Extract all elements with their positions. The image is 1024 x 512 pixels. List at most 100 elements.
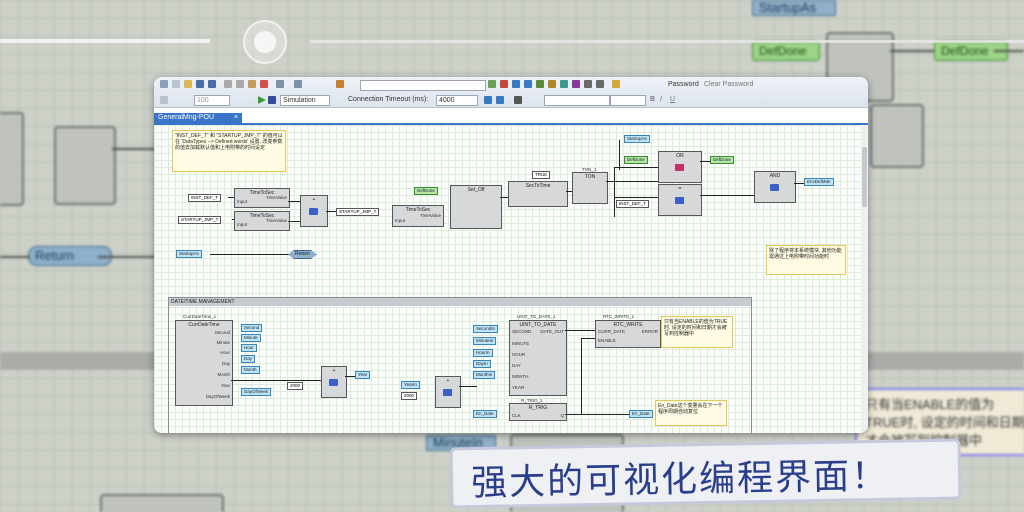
fb-timetosec-3[interactable]: TimeToSec Input TimeValue [392,205,444,227]
fb-not[interactable]: = [658,184,702,216]
pin-q: Q [560,413,564,418]
find-icon[interactable] [336,80,344,88]
fb-r-trig[interactable]: R_TRIG CLK Q [509,403,567,421]
tab-general-mng-pou[interactable]: GeneralMng-POU × [154,113,242,123]
fb-instance-uint: UINT_TO_DATE_1 [517,314,556,319]
const-startup-jmp-t-2[interactable]: STARTUP_JMP_T [336,208,380,216]
var-dayofweek[interactable]: DayOfWeek [241,388,272,396]
paste-icon[interactable] [248,80,256,88]
disconnect-icon[interactable] [496,96,504,104]
var-year[interactable]: Year [355,371,371,379]
download-icon[interactable] [512,80,520,88]
var-minute[interactable]: Minute [241,334,261,342]
cut-icon[interactable] [224,80,232,88]
save-icon[interactable] [196,80,204,88]
fb-and[interactable]: AND [754,171,796,203]
const-2000-2[interactable]: 2000 [401,392,418,400]
monitor-icon[interactable] [536,80,544,88]
view-icon[interactable] [584,80,592,88]
fb-title: Set_Off [467,187,485,193]
const-startup-jmp-t[interactable]: STARTUP_JMP_T [178,216,222,224]
delete-icon[interactable] [260,80,268,88]
user-icon[interactable] [514,96,522,104]
undo-icon[interactable] [276,80,284,88]
timeout-input[interactable]: 4000 [436,95,478,106]
pin-time-value: TimeValue [419,213,441,218]
pin-hour: Hour [220,350,230,355]
open-icon[interactable] [184,80,192,88]
var-minute-in[interactable]: MinuteIn [473,337,497,345]
bold-button[interactable]: B [650,95,655,104]
online-icon[interactable] [560,80,568,88]
connect-icon[interactable] [484,96,492,104]
fb-rtc-write[interactable]: RTC_WRITE CURR_DATE ENABLE ERROR [595,320,661,348]
wire [288,221,300,222]
scrollbar-thumb[interactable] [862,147,867,207]
mode-select[interactable]: Simulation [280,95,330,106]
fb-add-year[interactable]: + [321,366,347,398]
var-hour-in[interactable]: HourIn [473,349,493,357]
fb-timetosec-2[interactable]: TimeToSec Input TimeValue [234,211,290,231]
var-en-date-2[interactable]: En_Date [629,410,653,418]
var-startup-in[interactable]: StartupAs [176,250,202,258]
option-icon[interactable] [596,80,604,88]
var-second[interactable]: Second [241,324,263,332]
fb-set-off[interactable]: Set_Off [450,185,502,229]
fb-uint-to-date[interactable]: UINT_TO_DATE SECOND MINUTE HOUR DAY MONT… [509,320,567,396]
redo-icon[interactable] [294,80,302,88]
var-en-date[interactable]: En_Date [473,410,497,418]
upload-icon[interactable] [524,80,532,88]
force-icon[interactable] [548,80,556,88]
close-tab-icon[interactable]: × [234,113,238,123]
tab-label: GeneralMng-POU [158,114,215,121]
clear-password-button[interactable]: Clear Password [704,80,753,89]
var-day[interactable]: Day [241,355,256,363]
search-combo[interactable] [360,80,486,91]
zoom-in-icon[interactable] [160,96,168,104]
stop-icon[interactable] [268,96,276,104]
fb-timetosec-1[interactable]: TimeToSec Input TimeValue [234,188,290,208]
wire [619,140,620,170]
run-icon[interactable] [258,96,266,104]
var-day-in[interactable]: DayIn [473,360,491,368]
var-second-in[interactable]: SecondIn [473,325,499,333]
build-icon[interactable] [488,80,496,88]
const-inst-def-t-2[interactable]: INST_DEF_T [616,200,650,208]
var-month-in[interactable]: MonthIn [473,371,496,379]
var-hour[interactable]: Hour [241,344,257,352]
key-icon[interactable] [612,80,620,88]
format-combo-1[interactable] [544,95,610,106]
save-all-icon[interactable] [208,80,216,88]
fb-add-year-2[interactable]: + [435,376,461,408]
diagram-canvas[interactable]: "INST_DEF_T" 和 "STARTUP_JMP_T" 的值可以在 'Da… [154,125,868,433]
var-env-def-mde[interactable]: EnvDefMde [804,178,834,186]
return-block[interactable]: Return [288,250,317,259]
fb-add-1[interactable]: + [300,195,328,227]
var-def-done[interactable]: DefDone [414,187,438,195]
var-month[interactable]: Month [241,366,260,374]
const-2000[interactable]: 2000 [287,382,304,390]
fb-ton[interactable]: TON [572,172,608,204]
fb-or[interactable]: OR [658,151,702,183]
const-true[interactable]: TRUE [532,171,551,179]
compile-icon[interactable] [500,80,508,88]
pin-minute: Minute [216,340,230,345]
copy-icon[interactable] [236,80,244,88]
const-inst-def-t[interactable]: INST_DEF_T [188,194,222,202]
var-def-done-3[interactable]: DefDone [710,156,734,164]
new-icon[interactable] [172,80,180,88]
fb-curr-date-time[interactable]: CurrDateTime Second Minute Hour Day Mont… [175,320,233,406]
video-progress-handle[interactable] [243,20,287,64]
fb-sectotime[interactable]: SecToTime [508,181,568,207]
var-startup-as[interactable]: StartupAs [624,135,650,143]
var-def-done-2[interactable]: DefDone [624,156,648,164]
format-combo-2[interactable] [610,95,646,106]
underline-button[interactable]: U [670,95,675,104]
italic-button[interactable]: I [660,95,662,104]
password-button[interactable]: Password [668,80,699,89]
var-year-in[interactable]: YearIn [401,381,420,389]
settings-icon[interactable] [160,80,168,88]
zoom-field[interactable]: 100 [194,95,230,106]
offline-icon[interactable] [572,80,580,88]
pin-year: Year [220,383,230,388]
